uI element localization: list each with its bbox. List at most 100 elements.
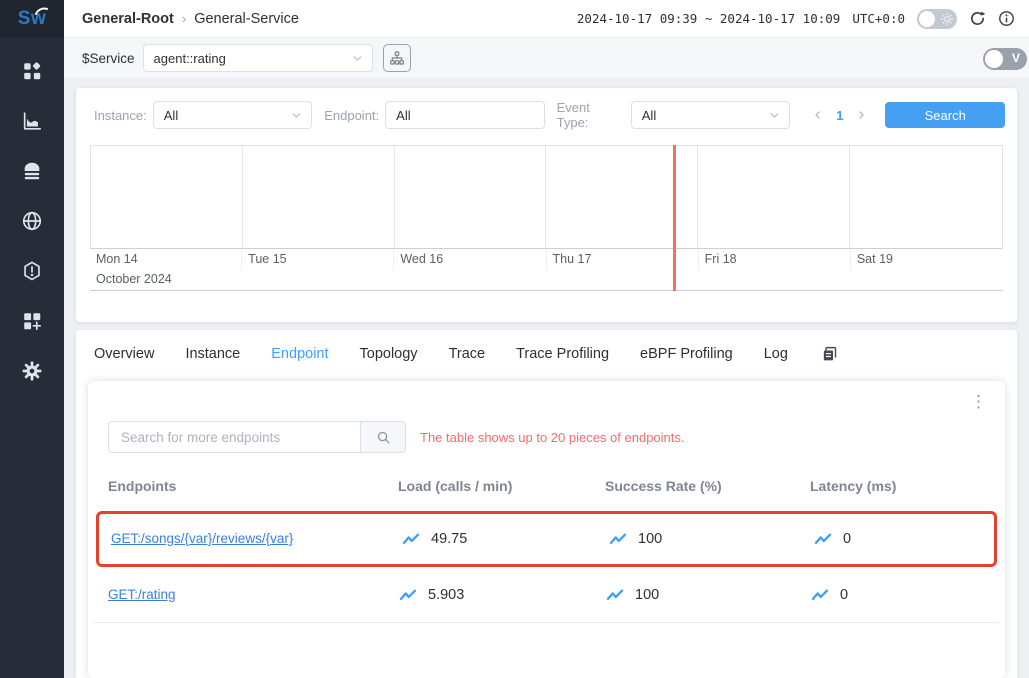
tab-bar: Overview Instance Endpoint Topology Trac… bbox=[76, 330, 1017, 371]
tab-overview[interactable]: Overview bbox=[94, 346, 154, 362]
dashboard-grid-icon bbox=[21, 60, 43, 82]
database-icon bbox=[21, 160, 43, 182]
current-page-number[interactable]: 1 bbox=[836, 108, 843, 123]
endpoint-search-input[interactable] bbox=[108, 421, 360, 453]
service-hierarchy-button[interactable] bbox=[383, 44, 411, 72]
sidebar-item-alerting[interactable] bbox=[0, 246, 64, 296]
search-button[interactable]: Search bbox=[885, 102, 1005, 128]
instance-select-value: All bbox=[164, 108, 178, 123]
event-type-select[interactable]: All bbox=[631, 101, 790, 129]
tab-trace[interactable]: Trace bbox=[449, 346, 486, 362]
endpoint-filter-label: Endpoint: bbox=[324, 108, 379, 123]
endpoint-list-panel: ⋮ The table shows up to 20 pieces of end… bbox=[88, 381, 1005, 678]
time-range-picker[interactable]: 2024-10-17 09:39 ~ 2024-10-17 10:09 bbox=[577, 11, 840, 26]
table-row-wrap: GET:/rating 5.903 100 bbox=[94, 567, 999, 623]
event-type-select-value: All bbox=[642, 108, 656, 123]
breadcrumb-root[interactable]: General-Root bbox=[82, 11, 174, 27]
month-label: October 2024 bbox=[90, 270, 1003, 291]
time-axis-cell[interactable] bbox=[850, 146, 1002, 248]
trend-line-icon[interactable] bbox=[813, 532, 833, 546]
day-label: Sat 19 bbox=[851, 249, 1003, 270]
next-page-button[interactable] bbox=[853, 107, 869, 123]
endpoint-table-header: Endpoints Load (calls / min) Success Rat… bbox=[88, 465, 1005, 507]
sitemap-icon bbox=[389, 50, 405, 66]
event-type-filter-label: Event Type: bbox=[557, 100, 625, 130]
time-axis-day-labels: Mon 14 Tue 15 Wed 16 Thu 17 Fri 18 Sat 1… bbox=[90, 249, 1003, 270]
tab-endpoint[interactable]: Endpoint bbox=[271, 346, 328, 362]
endpoint-filter-value: All bbox=[396, 108, 410, 123]
highlighted-row-box: GET:/songs/{var}/reviews/{var} 49.75 100 bbox=[96, 511, 997, 567]
time-axis-cell[interactable] bbox=[91, 146, 243, 248]
service-detail-card: Overview Instance Endpoint Topology Trac… bbox=[76, 330, 1017, 678]
sidebar-item-marketplace[interactable] bbox=[0, 296, 64, 346]
event-pagination: 1 bbox=[810, 107, 869, 123]
logo-swoosh-icon bbox=[35, 6, 48, 15]
service-toolbar: $Service agent::rating V bbox=[64, 37, 1029, 78]
filter-timeline-card: Instance: All Endpoint: All Event Type: … bbox=[76, 88, 1017, 322]
gear-icon bbox=[21, 360, 43, 382]
current-time-marker[interactable] bbox=[673, 145, 676, 291]
success-rate-value: 100 bbox=[638, 531, 662, 547]
column-header-load: Load (calls / min) bbox=[398, 478, 605, 494]
tab-ebpf-profiling[interactable]: eBPF Profiling bbox=[640, 346, 733, 362]
info-icon[interactable] bbox=[998, 10, 1015, 27]
trend-line-icon[interactable] bbox=[398, 588, 418, 602]
filter-bar: Instance: All Endpoint: All Event Type: … bbox=[76, 88, 1017, 130]
trend-line-icon[interactable] bbox=[608, 532, 628, 546]
latency-value: 0 bbox=[843, 531, 851, 547]
version-toggle[interactable]: V bbox=[983, 48, 1027, 70]
prev-page-button[interactable] bbox=[810, 107, 826, 123]
sidebar: Sw bbox=[0, 0, 64, 678]
load-value: 5.903 bbox=[428, 587, 464, 603]
trend-line-icon[interactable] bbox=[605, 588, 625, 602]
time-axis[interactable]: Mon 14 Tue 15 Wed 16 Thu 17 Fri 18 Sat 1… bbox=[90, 145, 1003, 291]
tab-instance[interactable]: Instance bbox=[185, 346, 240, 362]
time-axis-cell[interactable] bbox=[698, 146, 850, 248]
sidebar-nav bbox=[0, 37, 64, 396]
endpoint-link[interactable]: GET:/songs/{var}/reviews/{var} bbox=[111, 531, 293, 546]
endpoint-filter-input[interactable]: All bbox=[385, 101, 544, 129]
tab-log[interactable]: Log bbox=[764, 346, 788, 362]
theme-toggle[interactable] bbox=[917, 9, 957, 29]
trend-line-icon[interactable] bbox=[401, 532, 421, 546]
service-label: $Service bbox=[82, 51, 135, 66]
time-axis-grid bbox=[90, 145, 1003, 249]
time-axis-cell[interactable] bbox=[243, 146, 395, 248]
trend-line-icon[interactable] bbox=[810, 588, 830, 602]
copy-dashboard-button[interactable] bbox=[821, 345, 838, 363]
column-header-success-rate: Success Rate (%) bbox=[605, 478, 810, 494]
endpoint-search-row: The table shows up to 20 pieces of endpo… bbox=[88, 381, 1005, 453]
sidebar-item-database[interactable] bbox=[0, 146, 64, 196]
sidebar-item-dashboards[interactable] bbox=[0, 46, 64, 96]
skywalking-logo[interactable]: Sw bbox=[0, 0, 64, 37]
day-label: Wed 16 bbox=[394, 249, 546, 270]
tab-trace-profiling[interactable]: Trace Profiling bbox=[516, 346, 609, 362]
time-axis-cell[interactable] bbox=[395, 146, 547, 248]
service-select[interactable]: agent::rating bbox=[143, 44, 373, 72]
chevron-right-icon bbox=[855, 109, 867, 121]
sidebar-item-topology[interactable] bbox=[0, 196, 64, 246]
chevron-down-icon bbox=[290, 109, 303, 122]
copy-icon bbox=[821, 345, 838, 363]
instance-select[interactable]: All bbox=[153, 101, 312, 129]
content-area: Instance: All Endpoint: All Event Type: … bbox=[64, 78, 1029, 678]
main-area: General-Root › General-Service 2024-10-1… bbox=[64, 0, 1029, 678]
breadcrumb: General-Root › General-Service bbox=[82, 11, 299, 27]
table-row: GET:/songs/{var}/reviews/{var} 49.75 100 bbox=[99, 514, 994, 564]
sidebar-item-metrics[interactable] bbox=[0, 96, 64, 146]
magnifier-icon bbox=[376, 430, 391, 445]
day-label: Tue 15 bbox=[242, 249, 394, 270]
header-controls: 2024-10-17 09:39 ~ 2024-10-17 10:09 UTC+… bbox=[577, 9, 1015, 29]
refresh-icon[interactable] bbox=[969, 10, 986, 27]
panel-menu-button[interactable]: ⋮ bbox=[964, 389, 993, 414]
sidebar-item-settings[interactable] bbox=[0, 346, 64, 396]
day-label: Mon 14 bbox=[90, 249, 242, 270]
endpoint-link[interactable]: GET:/rating bbox=[108, 587, 176, 602]
globe-icon bbox=[21, 210, 43, 232]
endpoint-search-button[interactable] bbox=[360, 421, 406, 453]
top-header: General-Root › General-Service 2024-10-1… bbox=[64, 0, 1029, 37]
theme-toggle-knob bbox=[919, 11, 935, 27]
tab-topology[interactable]: Topology bbox=[360, 346, 418, 362]
version-toggle-label: V bbox=[1012, 51, 1020, 65]
success-rate-value: 100 bbox=[635, 587, 659, 603]
